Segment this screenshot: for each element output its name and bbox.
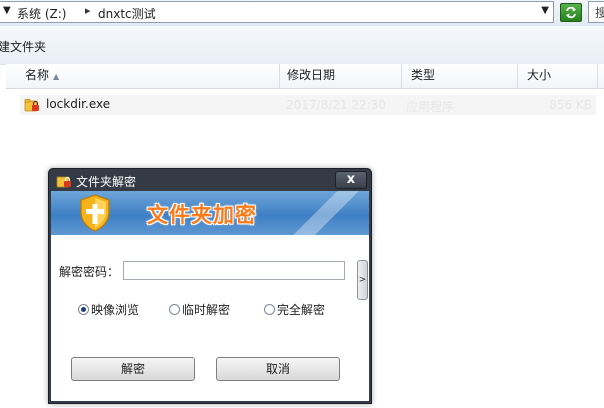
cancel-button[interactable]: 取消	[216, 357, 340, 381]
dialog-body: 解密密码： > 映像浏览 临时解密 完全解密 解密 取消	[51, 235, 369, 401]
shield-icon	[80, 194, 110, 232]
radio-label: 临时解密	[182, 303, 231, 317]
new-folder-button[interactable]: 建文件夹	[0, 38, 46, 55]
dialog-title: 文件夹解密	[76, 175, 137, 189]
column-headers: 名称 ▲ 修改日期 类型 大小	[6, 64, 604, 89]
radio-image-browse[interactable]: 映像浏览	[78, 301, 139, 318]
password-input[interactable]	[123, 261, 345, 280]
dialog-banner: 文件夹加密	[51, 191, 369, 235]
column-name-label: 名称	[25, 68, 50, 82]
address-bar: ▼ 系统 (Z:) ▸ dnxtc测试 ▼ 搜	[0, 0, 604, 26]
column-header-size[interactable]: 大小	[518, 64, 598, 88]
radio-label: 完全解密	[277, 303, 326, 317]
banner-title: 文件夹加密	[147, 203, 257, 227]
breadcrumb-drive[interactable]: 系统 (Z:)	[17, 5, 66, 22]
refresh-button[interactable]	[560, 3, 582, 22]
radio-unchecked-icon	[264, 304, 275, 315]
search-input[interactable]: 搜	[588, 1, 604, 23]
column-header-name[interactable]: 名称 ▲	[18, 64, 280, 88]
toolbar: 建文件夹	[0, 26, 604, 65]
address-field[interactable]: ▼ 系统 (Z:) ▸ dnxtc测试 ▼	[0, 1, 554, 23]
file-type: 应用程序	[406, 100, 455, 114]
radio-label: 映像浏览	[91, 303, 140, 317]
sort-ascending-icon: ▲	[53, 72, 60, 81]
dialog-titlebar[interactable]: 文件夹解密 x	[49, 169, 371, 191]
column-header-type[interactable]: 类型	[402, 64, 518, 88]
radio-checked-icon	[78, 304, 89, 315]
radio-unchecked-icon	[169, 304, 180, 315]
radio-temporary-decrypt[interactable]: 临时解密	[169, 301, 230, 318]
app-icon	[56, 176, 71, 188]
address-dropdown-icon[interactable]: ▼	[541, 5, 549, 16]
file-size: 856 KB	[549, 98, 592, 112]
file-name: lockdir.exe	[46, 97, 111, 111]
decrypt-button[interactable]: 解密	[71, 357, 195, 381]
file-row[interactable]: lockdir.exe 2017/8/21 22:30 应用程序 856 KB	[20, 95, 596, 115]
breadcrumb-folder[interactable]: dnxtc测试	[98, 5, 156, 22]
expand-panel-handle[interactable]: >	[357, 260, 368, 300]
unlock-dialog: 文件夹解密 x 文件夹加密 解密密码： > 映像浏览 临时解密 完全解密 解密 …	[48, 168, 372, 404]
file-date: 2017/8/21 22:30	[286, 98, 386, 112]
close-button[interactable]: x	[335, 171, 367, 189]
column-header-date[interactable]: 修改日期	[280, 64, 402, 88]
folder-lock-app-icon	[24, 99, 39, 112]
banner-decoration	[279, 191, 369, 235]
breadcrumb-separator-icon[interactable]: ▸	[85, 4, 91, 17]
refresh-icon	[566, 6, 576, 19]
breadcrumb-expand-icon[interactable]: ▼	[3, 5, 11, 16]
radio-full-decrypt[interactable]: 完全解密	[264, 301, 325, 318]
password-label: 解密密码：	[59, 265, 120, 279]
